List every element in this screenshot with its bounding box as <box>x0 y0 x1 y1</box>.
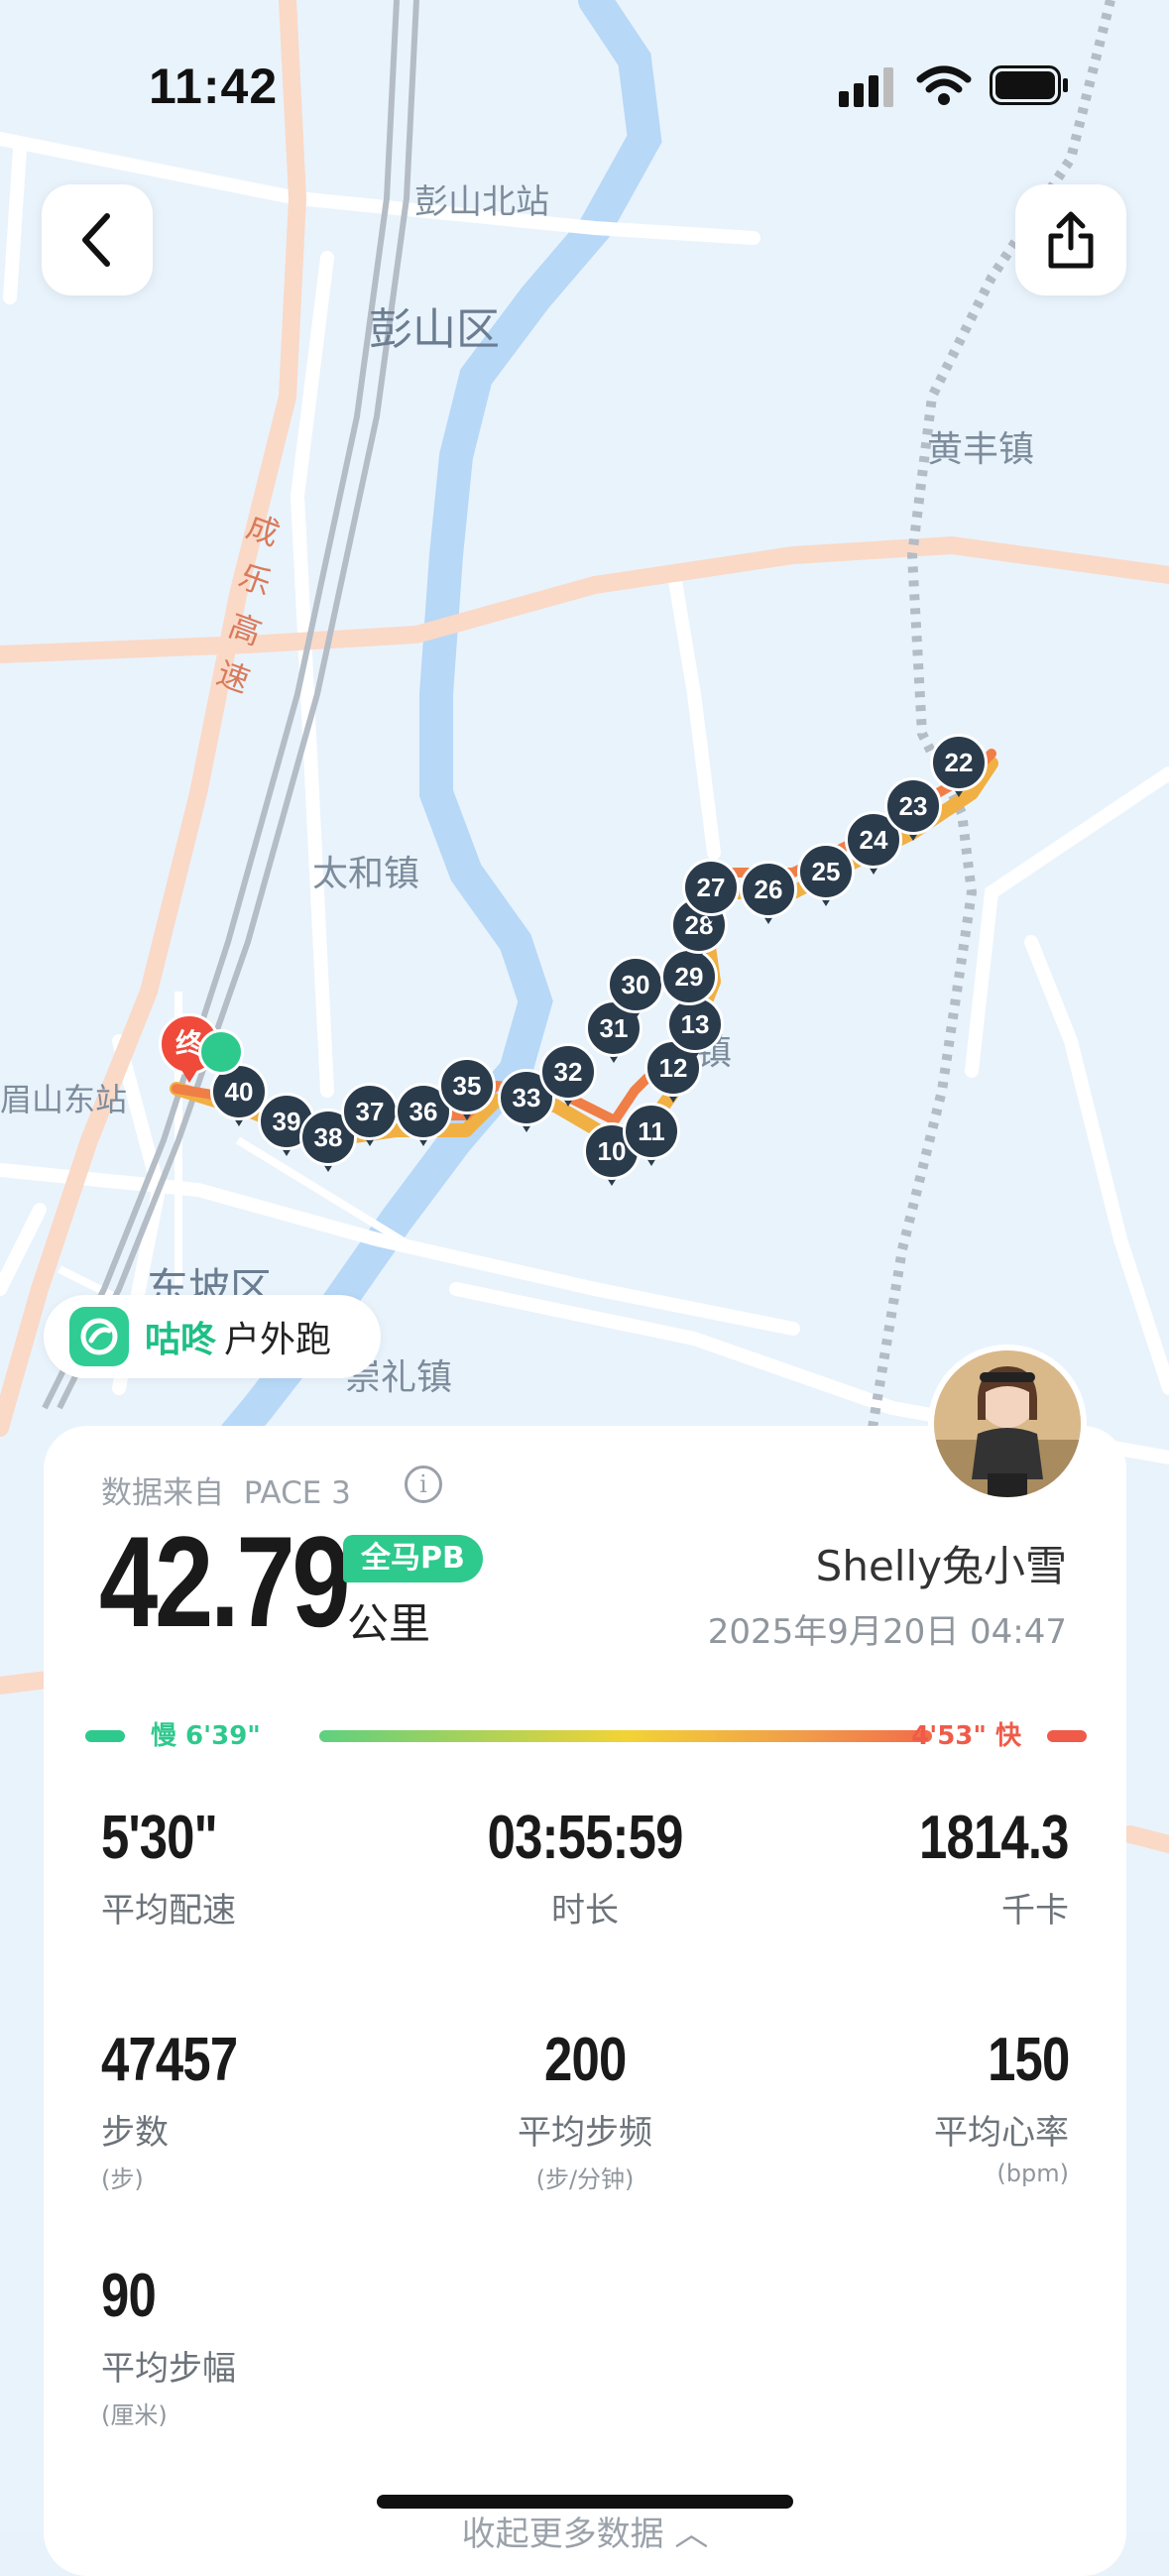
km-marker-label: 26 <box>740 861 797 918</box>
share-icon <box>1048 211 1094 269</box>
user-name: Shelly兔小雪 <box>815 1542 1067 1590</box>
pace-fast-label: 4'53" 快 <box>911 1721 1021 1751</box>
run-datetime: 2025年9月20日 04:47 <box>707 1612 1067 1652</box>
codoon-logo-icon <box>69 1307 129 1366</box>
chevron-up-icon: ︿ <box>674 2515 709 2554</box>
km-marker-label: 11 <box>623 1103 680 1160</box>
pace-gradient <box>319 1730 932 1742</box>
status-bar: 11:42 <box>0 0 1169 159</box>
stat-value: 90 <box>101 2262 157 2330</box>
km-marker[interactable]: 30 <box>607 956 664 1021</box>
km-marker-label: 37 <box>341 1083 399 1140</box>
stat-value: 5'30" <box>101 1804 218 1872</box>
km-marker-label: 22 <box>930 734 988 791</box>
km-marker[interactable]: 27 <box>682 859 740 924</box>
map-label-pengshan-district: 彭山区 <box>369 304 500 355</box>
stat-label: 平均配速 <box>101 1891 236 1931</box>
stat-avg-heart-rate: 150 平均心率 (bpm) <box>732 2025 1070 2187</box>
battery-icon <box>990 65 1069 105</box>
stat-calories: 1814.3 千卡 <box>732 1803 1069 1932</box>
map-label-meishan-east-station: 眉山东站 <box>0 1081 128 1118</box>
stat-label: 平均心率 <box>934 2113 1069 2153</box>
stat-label: 时长 <box>551 1891 619 1931</box>
status-time: 11:42 <box>149 59 279 114</box>
stat-steps: 47457 步数 (步) <box>101 2025 438 2194</box>
brand-name: 咕咚 <box>145 1320 217 1360</box>
km-marker[interactable]: 22 <box>930 734 988 799</box>
map-label-huangfeng-town: 黄丰镇 <box>927 429 1035 470</box>
run-summary-card: 数据来自 PACE 3 i 42.79 全马PB 公里 Shelly兔小雪 20… <box>44 1426 1126 2576</box>
pb-badge: 全马PB <box>343 1535 483 1582</box>
home-indicator <box>377 2495 793 2509</box>
km-marker[interactable]: 11 <box>623 1103 680 1168</box>
start-marker[interactable] <box>198 1029 244 1075</box>
info-icon[interactable]: i <box>405 1465 442 1503</box>
stat-label: 千卡 <box>1001 1891 1069 1931</box>
km-marker-label: 30 <box>607 956 664 1013</box>
data-source: 数据来自 PACE 3 <box>101 1475 351 1511</box>
stat-unit: (厘米) <box>101 2401 168 2429</box>
distance-unit: 公里 <box>347 1599 431 1648</box>
stat-value: 150 <box>987 2026 1070 2094</box>
stat-value: 1814.3 <box>919 1804 1069 1872</box>
brand-sub: 户外跑 <box>224 1320 332 1360</box>
wifi-icon <box>916 65 972 105</box>
avatar[interactable] <box>928 1345 1087 1503</box>
distance-value: 42.79 <box>99 1509 351 1654</box>
stat-avg-cadence: 200 平均步频 (步/分钟) <box>416 2025 754 2194</box>
stat-label: 平均步频 <box>518 2113 652 2153</box>
pace-legend: 慢 6'39" 4'53" 快 <box>85 1715 1087 1755</box>
share-button[interactable] <box>1015 184 1126 295</box>
stat-value: 200 <box>543 2026 627 2094</box>
km-marker[interactable]: 35 <box>438 1057 496 1122</box>
km-marker-label: 27 <box>682 859 740 916</box>
chevron-left-icon <box>82 213 110 267</box>
stat-avg-stride: 90 平均步幅 (厘米) <box>101 2261 438 2430</box>
stat-value: 47457 <box>101 2026 238 2094</box>
km-marker[interactable]: 37 <box>341 1083 399 1148</box>
stat-label: 平均步幅 <box>101 2349 236 2389</box>
map-label-taihe-town: 太和镇 <box>312 854 420 894</box>
km-marker-label: 35 <box>438 1057 496 1114</box>
stat-label: 步数 <box>101 2113 169 2153</box>
pace-slow-swatch <box>85 1730 125 1742</box>
pace-fast-swatch <box>1047 1730 1087 1742</box>
map-label-pengshan-north-station: 彭山北站 <box>414 182 549 222</box>
pace-slow-label: 慢 6'39" <box>151 1721 261 1751</box>
brand-chip: 咕咚 户外跑 <box>44 1295 381 1378</box>
stat-unit: (bpm) <box>996 2160 1069 2187</box>
stat-avg-pace: 5'30" 平均配速 <box>101 1803 438 1932</box>
km-marker[interactable]: 26 <box>740 861 797 926</box>
cellular-signal-icon <box>839 67 896 107</box>
collapse-more-data-button[interactable]: 收起更多数据 ︿ <box>44 2507 1126 2555</box>
stat-value: 03:55:59 <box>487 1804 684 1872</box>
stat-unit: (步/分钟) <box>535 2166 635 2193</box>
stat-unit: (步) <box>101 2166 144 2193</box>
back-button[interactable] <box>42 184 153 295</box>
stat-duration: 03:55:59 时长 <box>416 1803 754 1932</box>
